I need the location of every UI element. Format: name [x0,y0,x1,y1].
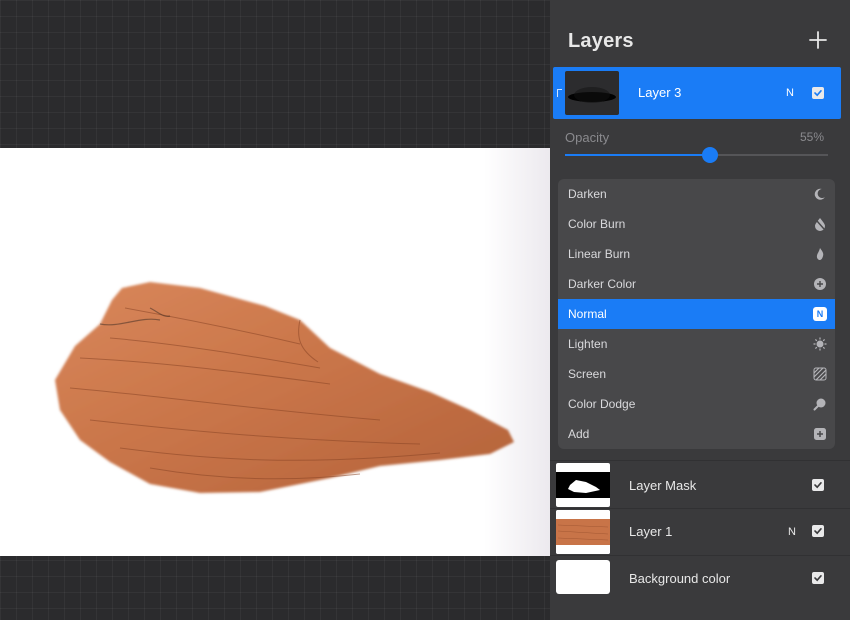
add-layer-button[interactable] [806,28,830,52]
blend-mode-label: Darken [568,187,607,201]
layer-thumbnail [556,463,610,507]
blend-mode-label: Normal [568,307,607,321]
visibility-checkbox[interactable] [812,479,824,491]
opacity-slider-fill [565,154,710,156]
moon-icon [814,188,825,200]
blend-mode-color-burn[interactable]: Color Burn [558,209,835,239]
blend-mode-darken[interactable]: Darken [558,179,835,209]
n-badge-icon: N [813,307,827,321]
rock-shape [55,282,514,493]
plus-circle-icon [814,278,826,290]
magnifier-icon [813,398,826,411]
blend-mode-screen[interactable]: Screen [558,359,835,389]
layer-thumbnail [556,560,610,594]
blend-mode-lighten[interactable]: Lighten [558,329,835,359]
sun-icon [813,337,827,351]
check-icon [814,482,822,489]
blend-mode-label: Linear Burn [568,247,631,261]
blend-mode-label: Darker Color [568,277,637,291]
layer-row-layer-3[interactable]: Layer 3 N [553,67,841,119]
clip-indicator-icon [557,89,562,97]
flame-icon [816,248,824,260]
hatch-icon [813,367,827,381]
plus-square-icon [814,428,826,440]
layer-row-layer-mask[interactable]: Layer Mask [552,462,840,508]
opacity-value: 55% [800,130,825,144]
layer-name: Layer 3 [638,85,682,100]
visibility-checkbox[interactable] [812,572,824,584]
layer-row-layer-1[interactable]: Layer 1 N [552,509,840,555]
divider [550,460,850,461]
blend-mode-label: Add [568,427,590,441]
blend-mode-normal[interactable]: Normal N [558,299,835,329]
panel-title: Layers [568,30,634,52]
blend-mode-label: Color Dodge [568,397,636,411]
layer-thumbnail [565,71,619,115]
blend-mode-label: Color Burn [568,217,626,231]
rock-artwork [55,282,514,493]
blend-mode-add[interactable]: Add [558,419,835,449]
visibility-checkbox[interactable] [812,525,824,537]
layer-name: Background color [629,571,731,586]
layer-name: Layer Mask [629,478,697,493]
opacity-slider[interactable] [565,147,828,163]
blend-mode-color-dodge[interactable]: Color Dodge [558,389,835,419]
blend-mode-list: Darken Color Burn Linear Burn Darker Col… [558,179,835,449]
check-icon [814,575,822,582]
layers-panel: Layers Layer 3 N Opacity 55% Darken Colo… [550,0,850,620]
plus-icon [809,31,827,49]
blend-mode-label: Lighten [568,337,608,351]
layer-name: Layer 1 [629,524,673,539]
layer-row-background-color[interactable]: Background color [552,556,840,600]
check-icon [814,528,822,535]
blend-mode-darker-color[interactable]: Darker Color [558,269,835,299]
drawing-canvas[interactable] [0,148,550,556]
blend-mode-label: Screen [568,367,607,381]
blend-mode-indicator[interactable]: N [788,526,796,538]
opacity-label: Opacity [565,130,610,145]
blend-mode-indicator[interactable]: N [786,87,794,99]
check-icon [814,90,822,97]
blend-mode-linear-burn[interactable]: Linear Burn [558,239,835,269]
layer-thumbnail [556,510,610,554]
burn-drop-icon [815,218,825,231]
visibility-checkbox[interactable] [812,87,824,99]
n-badge-letter: N [816,308,824,319]
opacity-slider-knob[interactable] [701,147,718,163]
